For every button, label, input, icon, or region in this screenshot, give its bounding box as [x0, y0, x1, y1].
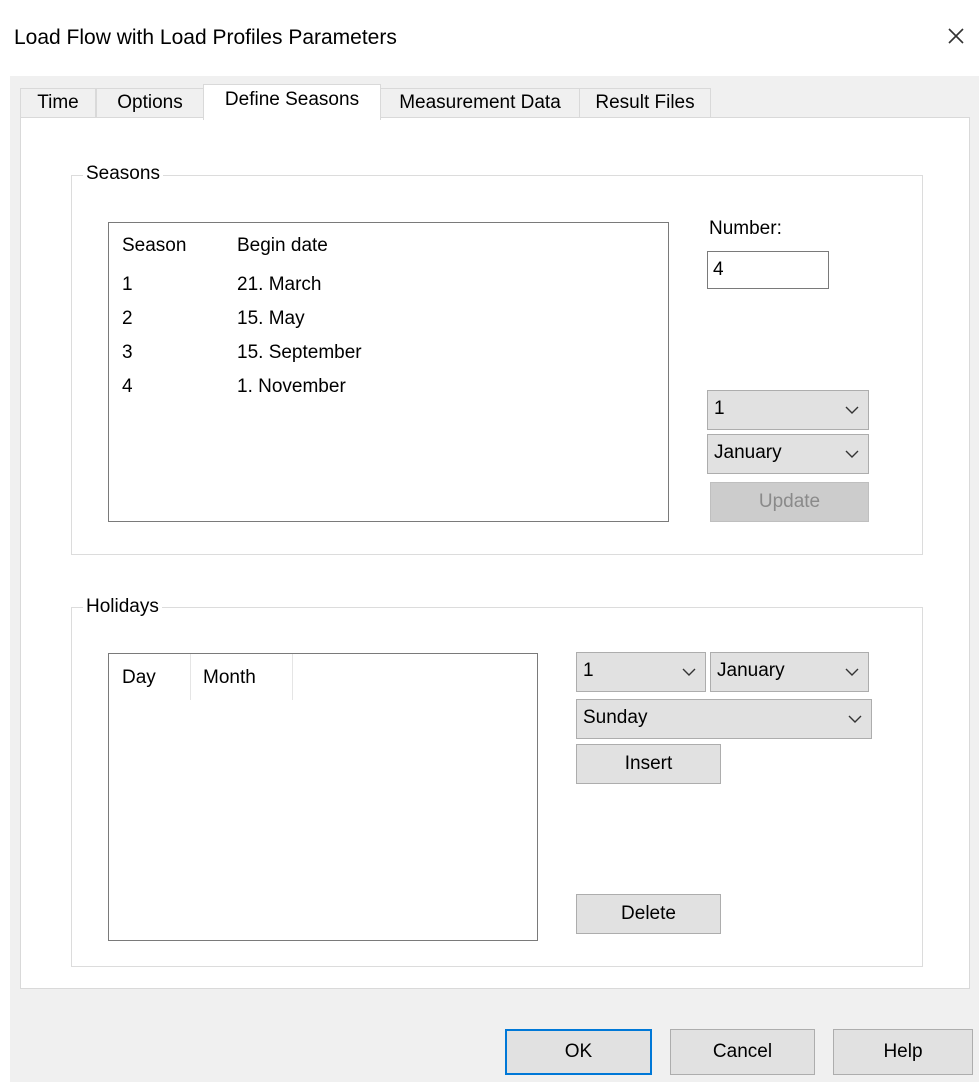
number-value: 4: [713, 259, 724, 280]
column-header-month[interactable]: Month: [191, 654, 293, 700]
seasons-group-label: Seasons: [83, 163, 163, 185]
tab-panel-define-seasons: Seasons Season Begin date 1 21. March 2 …: [20, 117, 970, 989]
cancel-button-label: Cancel: [712, 1041, 773, 1062]
season-number: 4: [122, 376, 133, 397]
holiday-weekday-select[interactable]: Sunday: [576, 699, 872, 739]
chevron-down-icon: [844, 653, 860, 691]
number-label: Number:: [709, 218, 782, 239]
window-title: Load Flow with Load Profiles Parameters: [14, 26, 397, 49]
chevron-down-icon: [681, 653, 697, 691]
season-number: 3: [122, 342, 133, 363]
number-field[interactable]: 4: [707, 251, 829, 289]
update-button[interactable]: Update: [710, 482, 869, 522]
holiday-day-value: 1: [583, 660, 594, 681]
holidays-list[interactable]: Day Month: [108, 653, 538, 941]
season-number: 1: [122, 274, 133, 295]
tab-label: Result Files: [595, 92, 695, 113]
tab-strip: Time Options Define Seasons Measurement …: [20, 84, 720, 120]
insert-button-label: Insert: [624, 753, 673, 774]
chevron-down-icon: [844, 435, 860, 473]
season-month-select[interactable]: January: [707, 434, 869, 474]
chevron-down-icon: [844, 391, 860, 429]
help-button-label: Help: [883, 1041, 923, 1062]
tab-options[interactable]: Options: [96, 88, 204, 118]
column-header-day[interactable]: Day: [109, 654, 191, 700]
season-begin-date: 21. March: [237, 274, 322, 295]
holiday-month-value: January: [717, 660, 785, 681]
update-button-label: Update: [758, 491, 821, 512]
holiday-weekday-value: Sunday: [583, 707, 648, 728]
column-header-season[interactable]: Season: [122, 235, 186, 257]
season-begin-date: 1. November: [237, 376, 346, 397]
tab-time[interactable]: Time: [20, 88, 96, 118]
tab-label: Options: [117, 92, 183, 113]
tab-define-seasons[interactable]: Define Seasons: [203, 84, 381, 120]
season-day-value: 1: [714, 398, 725, 419]
holidays-group-label: Holidays: [83, 596, 162, 618]
season-day-select[interactable]: 1: [707, 390, 869, 430]
ok-button[interactable]: OK: [505, 1029, 652, 1075]
tab-result-files[interactable]: Result Files: [579, 88, 711, 118]
delete-button[interactable]: Delete: [576, 894, 721, 934]
season-begin-date: 15. May: [237, 308, 305, 329]
ok-button-label: OK: [564, 1041, 593, 1062]
delete-button-label: Delete: [621, 903, 676, 924]
tab-measurement-data[interactable]: Measurement Data: [380, 88, 580, 118]
chevron-down-icon: [847, 700, 863, 738]
tab-label: Time: [37, 92, 79, 113]
holiday-month-select[interactable]: January: [710, 652, 869, 692]
insert-button[interactable]: Insert: [576, 744, 721, 784]
holiday-day-select[interactable]: 1: [576, 652, 706, 692]
cancel-button[interactable]: Cancel: [670, 1029, 815, 1075]
column-header-month-label: Month: [203, 667, 256, 688]
close-icon[interactable]: [944, 24, 968, 48]
season-month-value: January: [714, 442, 782, 463]
help-button[interactable]: Help: [833, 1029, 973, 1075]
column-header-day-label: Day: [122, 667, 156, 688]
title-bar: Load Flow with Load Profiles Parameters: [0, 0, 979, 76]
tab-label: Define Seasons: [224, 89, 360, 110]
season-number: 2: [122, 308, 133, 329]
seasons-list[interactable]: Season Begin date 1 21. March 2 15. May …: [108, 222, 669, 522]
tab-label: Measurement Data: [399, 92, 561, 113]
season-begin-date: 15. September: [237, 342, 362, 363]
column-header-begin-date[interactable]: Begin date: [237, 235, 328, 257]
